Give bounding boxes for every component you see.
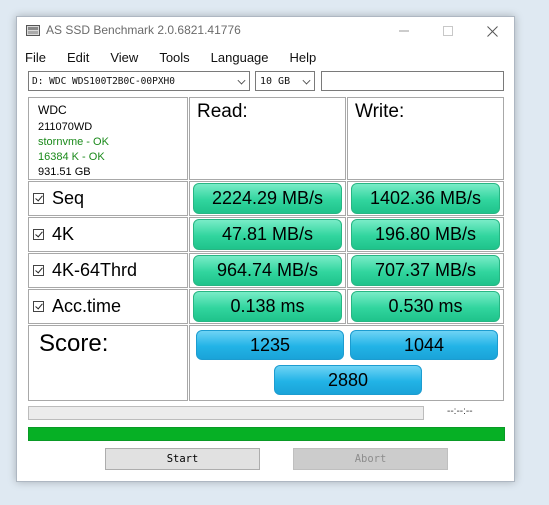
score-write-value: 1044 [350, 330, 498, 360]
acc-time-read-panel: 0.138 ms [189, 289, 346, 324]
chevron-down-icon [237, 76, 246, 85]
close-icon [486, 25, 498, 37]
seq-read-value: 2224.29 MB/s [193, 183, 342, 214]
4k-read-panel: 47.81 MB/s [189, 217, 346, 252]
app-window: AS SSD Benchmark 2.0.6821.41776 File Edi… [16, 16, 515, 482]
4k-64thrd-label: 4K-64Thrd [52, 260, 138, 280]
write-header-panel: Write: [347, 97, 504, 180]
maximize-icon [443, 26, 453, 36]
4k-64thrd-write-panel: 707.37 MB/s [347, 253, 504, 288]
menu-help[interactable]: Help [290, 50, 317, 65]
acc-time-label: Acc.time [52, 296, 122, 316]
4k-write-value: 196.80 MB/s [351, 219, 500, 250]
score-total-value: 2880 [274, 365, 422, 395]
drive-capacity: 931.51 GB [38, 166, 91, 178]
score-label-panel: Score: [28, 325, 188, 401]
seq-write-value: 1402.36 MB/s [351, 183, 500, 214]
4k-label: 4K [52, 224, 75, 244]
check-icon[interactable] [33, 229, 44, 240]
4k-64thrd-write-value: 707.37 MB/s [351, 255, 500, 286]
4k-read-value: 47.81 MB/s [193, 219, 342, 250]
row-acc-time: Acc.time [28, 289, 188, 324]
minimize-icon [399, 30, 409, 32]
acc-time-write-value: 0.530 ms [351, 291, 500, 322]
app-icon [26, 25, 40, 36]
text-input[interactable] [321, 71, 504, 91]
score-panel: 1235 1044 2880 [189, 325, 504, 401]
drive-info-panel: WDC 211070WD stornvme - OK 16384 K - OK … [28, 97, 188, 180]
acc-time-checkbox-label[interactable]: Acc.time [33, 290, 121, 323]
score-read-value: 1235 [196, 330, 344, 360]
seq-read-panel: 2224.29 MB/s [189, 181, 346, 216]
4k-64thrd-read-value: 964.74 MB/s [193, 255, 342, 286]
row-4k-64thrd: 4K-64Thrd [28, 253, 188, 288]
check-icon[interactable] [33, 193, 44, 204]
check-icon[interactable] [33, 301, 44, 312]
menu-bar: File Edit View Tools Language Help [17, 46, 514, 68]
menu-language[interactable]: Language [211, 50, 269, 65]
check-icon[interactable] [33, 265, 44, 276]
4k-64thrd-read-panel: 964.74 MB/s [189, 253, 346, 288]
elapsed-time: --:--:-- [447, 406, 473, 417]
window-title: AS SSD Benchmark 2.0.6821.41776 [46, 23, 241, 37]
menu-tools[interactable]: Tools [159, 50, 189, 65]
row-4k: 4K [28, 217, 188, 252]
acc-time-write-panel: 0.530 ms [347, 289, 504, 324]
drive-select-value: D: WDC WDS100T2B0C-00PXH0 [32, 76, 175, 87]
seq-checkbox-label[interactable]: Seq [33, 182, 84, 215]
4k-checkbox-label[interactable]: 4K [33, 218, 74, 251]
menu-edit[interactable]: Edit [67, 50, 89, 65]
maximize-button[interactable] [426, 17, 470, 45]
drive-firmware: 211070WD [38, 121, 93, 133]
score-label: Score: [39, 330, 109, 357]
drive-vendor: WDC [38, 103, 67, 117]
progress-bar [28, 406, 424, 420]
minimize-button[interactable] [382, 17, 426, 45]
seq-label: Seq [52, 188, 85, 208]
start-button[interactable]: Start [105, 448, 260, 470]
chevron-down-icon [302, 76, 311, 85]
close-button[interactable] [470, 17, 514, 45]
write-header: Write: [355, 101, 405, 122]
read-header: Read: [197, 101, 248, 122]
drive-select[interactable]: D: WDC WDS100T2B0C-00PXH0 [28, 71, 250, 91]
4k-64thrd-checkbox-label[interactable]: 4K-64Thrd [33, 254, 137, 287]
row-seq: Seq [28, 181, 188, 216]
title-bar: AS SSD Benchmark 2.0.6821.41776 [17, 17, 514, 45]
driver-status: stornvme - OK [38, 136, 109, 148]
menu-view[interactable]: View [110, 50, 138, 65]
test-size-value: 10 GB [260, 76, 291, 87]
test-size-select[interactable]: 10 GB [255, 71, 315, 91]
4k-write-panel: 196.80 MB/s [347, 217, 504, 252]
status-bar [28, 427, 505, 441]
read-header-panel: Read: [189, 97, 346, 180]
seq-write-panel: 1402.36 MB/s [347, 181, 504, 216]
abort-button[interactable]: Abort [293, 448, 448, 470]
menu-file[interactable]: File [25, 50, 46, 65]
acc-time-read-value: 0.138 ms [193, 291, 342, 322]
alignment-status: 16384 K - OK [38, 151, 105, 163]
